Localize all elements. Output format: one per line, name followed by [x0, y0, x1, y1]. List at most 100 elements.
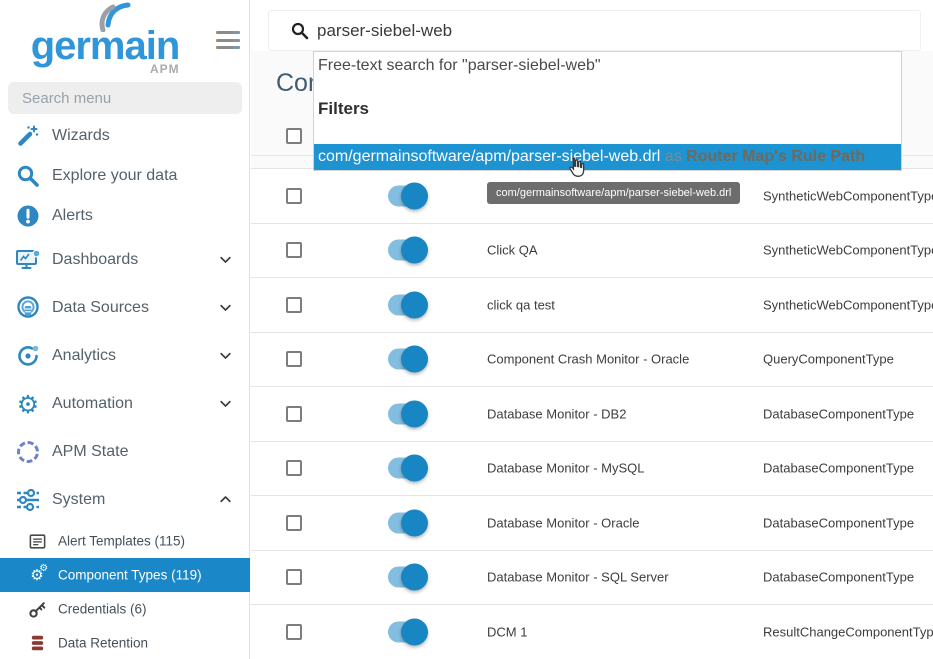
chevron-up-icon	[218, 492, 234, 508]
sidebar-item-system[interactable]: System	[0, 476, 250, 524]
component-type: DatabaseComponentType	[763, 570, 914, 585]
component-type: SyntheticWebComponentType	[763, 243, 933, 258]
sidebar-item-apm-state[interactable]: APM State	[0, 428, 250, 476]
sidebar-item-label: APM State	[52, 443, 128, 461]
magnifier-icon	[14, 162, 42, 190]
sidebar-subitem-alert-templates-115[interactable]: Alert Templates (115)	[0, 524, 250, 558]
table-row[interactable]: Database Monitor - MySQL DatabaseCompone…	[251, 442, 933, 497]
dashed-circle-icon	[14, 438, 42, 466]
enabled-toggle[interactable]	[388, 240, 425, 261]
path-tooltip: com/germainsoftware/apm/parser-siebel-we…	[487, 182, 740, 204]
sidebar-item-label: Explore your data	[52, 167, 177, 185]
sidebar-search	[8, 82, 242, 114]
suggestion-router-map-rule-path[interactable]: com/germainsoftware/apm/parser-siebel-we…	[314, 144, 901, 170]
sidebar-subitem-label: Alert Templates (115)	[58, 534, 185, 549]
chevron-down-icon	[218, 300, 234, 316]
chevron-down-icon	[218, 252, 234, 268]
sidebar-item-automation[interactable]: ⚙ Automation	[0, 380, 250, 428]
component-name: click qa test	[487, 297, 555, 312]
sidebar-item-wizards[interactable]: Wizards	[0, 116, 250, 156]
table-row[interactable]: Database Monitor - SQL Server DatabaseCo…	[251, 551, 933, 606]
component-type: SyntheticWebComponentType	[763, 188, 933, 203]
row-checkbox[interactable]	[286, 406, 302, 422]
enabled-toggle[interactable]	[388, 567, 425, 588]
toggle-knob	[401, 346, 428, 373]
enabled-toggle[interactable]	[388, 621, 425, 642]
hamburger-menu-icon[interactable]	[216, 31, 240, 52]
free-text-search-option[interactable]: Free-text search for "parser-siebel-web"	[318, 57, 601, 75]
toggle-knob	[401, 291, 428, 318]
gears-icon: ⚙⚙	[26, 564, 48, 586]
select-all-checkbox[interactable]	[286, 128, 302, 144]
table-row[interactable]: DCM 1 ResultChangeComponentType	[251, 605, 933, 659]
dashboard-monitor-icon	[14, 246, 42, 274]
component-name: Database Monitor - DB2	[487, 406, 626, 421]
sidebar-subitem-label: Component Types (119)	[58, 568, 202, 583]
gear-icon: ⚙	[14, 390, 42, 418]
sidebar: germain APM Wizards Explore your data Al…	[0, 0, 250, 659]
enabled-toggle[interactable]	[388, 349, 425, 370]
sidebar-item-label: Analytics	[52, 347, 116, 365]
sidebar-item-label: Dashboards	[52, 251, 138, 269]
sidebar-item-label: Wizards	[52, 127, 110, 145]
sidebar-subitem-data-retention[interactable]: Data Retention	[0, 626, 250, 659]
component-name: Database Monitor - MySQL	[487, 461, 645, 476]
chevron-down-icon	[218, 348, 234, 364]
global-search-box[interactable]: parser-siebel-web	[268, 10, 921, 51]
component-type: SyntheticWebComponentType	[763, 297, 933, 312]
toggle-knob	[401, 618, 428, 645]
top-search-band: parser-siebel-web	[251, 0, 933, 51]
toggle-knob	[401, 564, 428, 591]
toggle-knob	[401, 237, 428, 264]
row-checkbox[interactable]	[286, 624, 302, 640]
sidebar-subitem-component-types-119[interactable]: ⚙⚙ Component Types (119)	[0, 558, 250, 592]
sidebar-item-alerts[interactable]: Alerts	[0, 196, 250, 236]
hand-cursor-icon	[565, 156, 589, 184]
suggestion-path: com/germainsoftware/apm/parser-siebel-we…	[318, 148, 660, 165]
search-icon	[291, 22, 309, 40]
sidebar-item-explore-your-data[interactable]: Explore your data	[0, 156, 250, 196]
row-checkbox[interactable]	[286, 351, 302, 367]
key-icon	[26, 598, 48, 620]
row-checkbox[interactable]	[286, 569, 302, 585]
sidebar-subitem-credentials-6[interactable]: Credentials (6)	[0, 592, 250, 626]
table-row[interactable]: click qa test SyntheticWebComponentType	[251, 278, 933, 333]
table-row[interactable]: Database Monitor - Oracle DatabaseCompon…	[251, 496, 933, 551]
table-row[interactable]: Database Monitor - DB2 DatabaseComponent…	[251, 387, 933, 442]
filters-heading: Filters	[318, 99, 369, 119]
sidebar-item-dashboards[interactable]: Dashboards	[0, 236, 250, 284]
row-checkbox[interactable]	[286, 242, 302, 258]
sidebar-item-label: System	[52, 491, 105, 509]
enabled-toggle[interactable]	[388, 403, 425, 424]
row-checkbox[interactable]	[286, 188, 302, 204]
table-row[interactable]: Click QA SyntheticWebComponentType	[251, 224, 933, 279]
enabled-toggle[interactable]	[388, 185, 425, 206]
row-checkbox[interactable]	[286, 515, 302, 531]
sliders-icon	[14, 486, 42, 514]
toggle-knob	[401, 400, 428, 427]
table-row[interactable]: Component Crash Monitor - Oracle QueryCo…	[251, 333, 933, 388]
sidebar-item-label: Automation	[52, 395, 133, 413]
toggle-knob	[401, 509, 428, 536]
component-name: Component Crash Monitor - Oracle	[487, 352, 689, 367]
component-type: ResultChangeComponentType	[763, 624, 933, 639]
enabled-toggle[interactable]	[388, 512, 425, 533]
component-type: DatabaseComponentType	[763, 515, 914, 530]
component-type: DatabaseComponentType	[763, 461, 914, 476]
sidebar-search-input[interactable]	[8, 82, 242, 114]
sidebar-item-data-sources[interactable]: Data Sources	[0, 284, 250, 332]
enabled-toggle[interactable]	[388, 458, 425, 479]
sidebar-subitem-label: Data Retention	[58, 636, 148, 651]
component-name: Database Monitor - Oracle	[487, 515, 639, 530]
list-icon	[26, 530, 48, 552]
database-icon	[26, 632, 48, 654]
component-types-table: SyntheticWebComponentType Click QA Synth…	[251, 168, 933, 659]
sidebar-item-analytics[interactable]: Analytics	[0, 332, 250, 380]
enabled-toggle[interactable]	[388, 294, 425, 315]
component-type: DatabaseComponentType	[763, 406, 914, 421]
row-checkbox[interactable]	[286, 460, 302, 476]
row-checkbox[interactable]	[286, 297, 302, 313]
sidebar-subitem-label: Credentials (6)	[58, 602, 147, 617]
global-search-query[interactable]: parser-siebel-web	[317, 11, 452, 50]
suggestion-field: Router Map's Rule Path	[686, 148, 865, 165]
